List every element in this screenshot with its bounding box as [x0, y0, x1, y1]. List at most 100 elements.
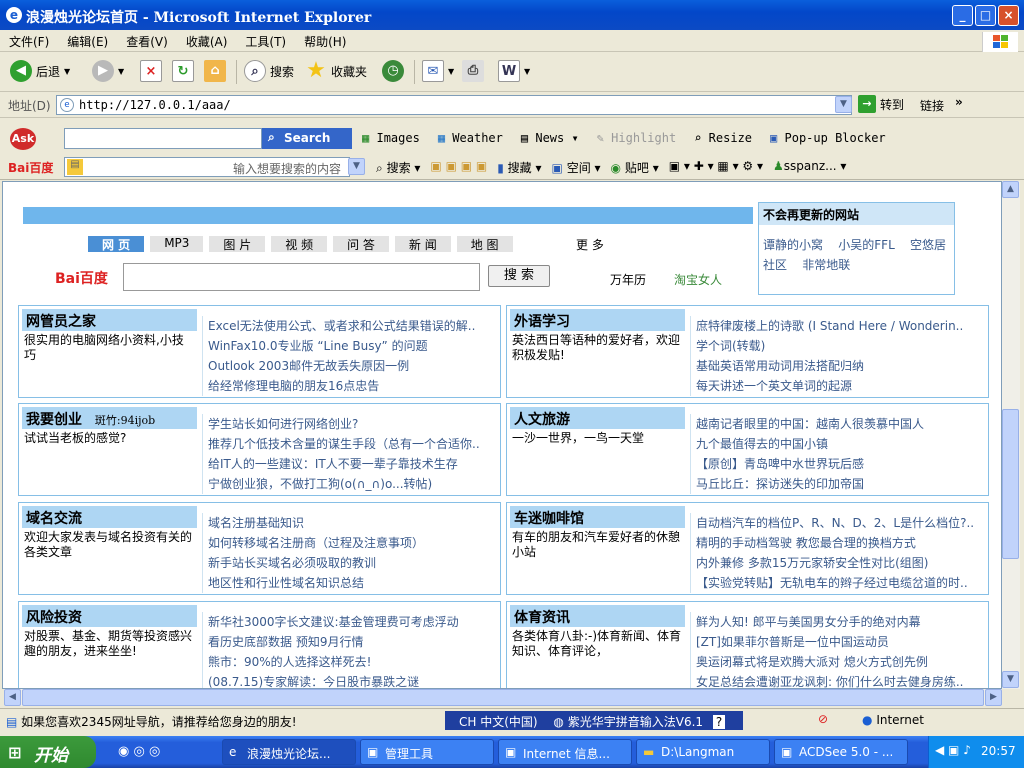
list-item[interactable]: 九个最值得去的中国小镇 — [696, 434, 990, 454]
chevron-right-icon[interactable]: » — [955, 95, 963, 109]
search-button[interactable]: ⌕ 搜索 — [244, 60, 294, 82]
tab-mp3[interactable]: MP3 — [150, 236, 204, 252]
taobao-link[interactable]: 淘宝女人 — [674, 271, 722, 288]
list-item[interactable]: 新华社3000字长文建议:基金管理费可考虑浮动 — [208, 612, 502, 632]
forward-button[interactable]: ▶ ▼ — [92, 60, 124, 82]
ime-bar[interactable]: CH 中文(中国) ◍ 紫光华宇拼音输入法V6.1 ? — [445, 711, 743, 730]
back-button[interactable]: ◀ 后退 ▼ — [10, 60, 70, 82]
nonupdate-link[interactable]: 空悠居 — [910, 238, 946, 252]
tab-web[interactable]: 网 页 — [88, 236, 145, 252]
title-bar[interactable]: e 浪漫烛光论坛首页 - Microsoft Internet Explorer… — [0, 0, 1024, 30]
more-tools[interactable]: ▣ ▾ ✚ ▾ ▦ ▾ ⚙ ▾ — [669, 159, 763, 176]
list-item[interactable]: (08.7.15)专家解读：今日股市暴跌之谜 — [208, 672, 502, 688]
dropdown-icon[interactable]: ▼ — [524, 67, 530, 76]
list-item[interactable]: 奥运闭幕式将是欢腾大派对 熄火方式创先例 — [696, 652, 990, 672]
ime-name[interactable]: 紫光华宇拼音输入法V6.1 — [568, 715, 703, 729]
menu-file[interactable]: 文件(F) — [0, 30, 58, 53]
task-browser[interactable]: e 浪漫烛光论坛... — [222, 739, 356, 765]
task-folder[interactable]: ▬ D:\Langman — [636, 739, 770, 765]
list-item[interactable]: 自动档汽车的档位P、R、N、D、2、L是什么档位?.. — [696, 513, 990, 533]
minimize-button[interactable]: _ — [952, 5, 973, 26]
vertical-scrollbar[interactable]: ▲ ▼ — [1002, 181, 1020, 689]
menu-view[interactable]: 查看(V) — [117, 30, 177, 53]
list-item[interactable]: 如何转移域名注册商（过程及注意事项） — [208, 533, 502, 553]
list-item[interactable]: 鲜为人知! 郎平与美国男女分手的绝对内幕 — [696, 612, 990, 632]
section-title[interactable]: 我要创业 斑竹:94ijob — [22, 407, 197, 429]
list-item[interactable]: 给IT人的一些建议：IT人不要一辈子靠技术生存 — [208, 454, 502, 474]
resize-button[interactable]: ⌕ Resize — [694, 131, 752, 145]
list-item[interactable]: WinFax10.0专业版 “Line Busy” 的问题 — [208, 336, 502, 356]
weather-button[interactable]: ▦ Weather — [438, 131, 503, 145]
nonupdate-link[interactable]: 谭静的小窝 — [763, 238, 823, 252]
baidu-main-search-input[interactable] — [123, 263, 480, 291]
user-button[interactable]: ♟sspanz... ▾ — [773, 159, 846, 176]
list-item[interactable]: Outlook 2003邮件无故丢失原因一例 — [208, 356, 502, 376]
popup-blocker-button[interactable]: ▣ Pop-up Blocker — [770, 131, 886, 145]
scroll-left-icon[interactable]: ◀ — [4, 689, 21, 706]
ask-search-input[interactable] — [64, 128, 262, 149]
baidu-dropdown-icon[interactable]: ▼ — [348, 158, 365, 175]
dropdown-icon[interactable]: ▼ — [64, 67, 70, 76]
list-item[interactable]: Excel无法使用公式、或者求和公式结果错误的解.. — [208, 316, 502, 336]
tool-icons[interactable]: ▣ ▣ ▣ ▣ — [430, 159, 487, 176]
list-item[interactable]: 女足总结会遭谢亚龙讽刺: 你们什么时去健身房练.. — [696, 672, 990, 688]
list-item[interactable]: 学生站长如何进行网络创业? — [208, 414, 502, 434]
maximize-button[interactable]: □ — [975, 5, 996, 26]
list-item[interactable]: [ZT]如果菲尔普斯是一位中国运动员 — [696, 632, 990, 652]
home-button[interactable]: ⌂ — [204, 60, 226, 82]
nonupdate-link[interactable]: 社区 — [763, 258, 787, 272]
favorites-button[interactable]: ★ 收藏夹 — [305, 60, 367, 82]
history-button[interactable]: ◷ — [382, 60, 404, 82]
list-item[interactable]: 精明的手动档驾驶 教您最合理的换档方式 — [696, 533, 990, 553]
links-label[interactable]: 链接 — [920, 97, 944, 114]
list-item[interactable]: 推荐几个低技术含量的谋生手段（总有一个合适你.. — [208, 434, 502, 454]
dropdown-icon[interactable]: ▼ — [118, 67, 124, 76]
ask-search-button[interactable]: ⌕ Search — [262, 128, 352, 149]
clock[interactable]: 20:57 — [981, 744, 1016, 758]
section-title[interactable]: 风险投资 — [22, 605, 197, 627]
address-input[interactable]: e http://127.0.0.1/aaa/ — [56, 95, 852, 115]
mail-button[interactable]: ✉ ▼ — [422, 60, 454, 82]
address-dropdown-icon[interactable]: ▼ — [835, 96, 852, 113]
scroll-down-icon[interactable]: ▼ — [1002, 671, 1019, 688]
edit-button[interactable]: W ▼ — [498, 60, 530, 82]
start-button[interactable]: ⊞ 开始 — [0, 736, 96, 768]
baidu-space-button[interactable]: ▣ 空间 ▾ — [552, 159, 601, 176]
baidu-favorites-button[interactable]: ▮ 搜藏 ▾ — [497, 159, 541, 176]
section-title[interactable]: 体育资讯 — [510, 605, 685, 627]
scroll-right-icon[interactable]: ▶ — [985, 689, 1002, 706]
help-icon[interactable]: ? — [712, 715, 726, 729]
scroll-thumb[interactable] — [22, 689, 984, 706]
list-item[interactable]: 每天讲述一个英文单词的起源 — [696, 376, 990, 396]
highlight-button[interactable]: ✎ Highlight — [597, 131, 677, 145]
list-item[interactable]: 【实验党转贴】无轨电车的辫子经过电缆岔道的时.. — [696, 573, 990, 593]
list-item[interactable]: 学个词(转载) — [696, 336, 990, 356]
stop-button[interactable]: × — [140, 60, 162, 82]
dropdown-icon[interactable]: ▼ — [448, 67, 454, 76]
list-item[interactable]: 【原创】青岛啤中水世界玩后感 — [696, 454, 990, 474]
quicklaunch-icons[interactable]: ◉ ◎ ◎ — [118, 744, 160, 759]
section-title[interactable]: 人文旅游 — [510, 407, 685, 429]
tab-map[interactable]: 地 图 — [456, 236, 513, 252]
close-button[interactable]: × — [998, 5, 1019, 26]
print-button[interactable]: ⎙ — [462, 60, 484, 82]
menu-edit[interactable]: 编辑(E) — [58, 30, 117, 53]
refresh-button[interactable]: ↻ — [172, 60, 194, 82]
list-item[interactable]: 马丘比丘：探访迷失的印加帝国 — [696, 474, 990, 494]
ime-language[interactable]: CH 中文(中国) — [459, 715, 538, 729]
baidu-post-button[interactable]: ◉ 贴吧 ▾ — [611, 159, 659, 176]
section-title[interactable]: 外语学习 — [510, 309, 685, 331]
calendar-link[interactable]: 万年历 — [610, 271, 646, 288]
list-item[interactable]: 内外兼修 多款15万元家轿安全性对比(组图) — [696, 553, 990, 573]
tab-qa[interactable]: 问 答 — [333, 236, 389, 252]
scroll-up-icon[interactable]: ▲ — [1002, 181, 1019, 198]
list-item[interactable]: 越南记者眼里的中国：越南人很羡慕中国人 — [696, 414, 990, 434]
list-item[interactable]: 给经常修理电脑的朋友16点忠告 — [208, 376, 502, 396]
baidu-toolbar-logo[interactable]: Bai百度 — [8, 159, 53, 176]
task-admin-tools[interactable]: ▣ 管理工具 — [360, 739, 494, 765]
go-button[interactable]: → 转到 — [858, 95, 904, 113]
list-item[interactable]: 地区性和行业性域名知识总结 — [208, 573, 502, 593]
tab-video[interactable]: 视 频 — [271, 236, 328, 252]
list-item[interactable]: 基础英语常用动词用法搭配归纳 — [696, 356, 990, 376]
list-item[interactable]: 熊市：90%的人选择这样死去! — [208, 652, 502, 672]
